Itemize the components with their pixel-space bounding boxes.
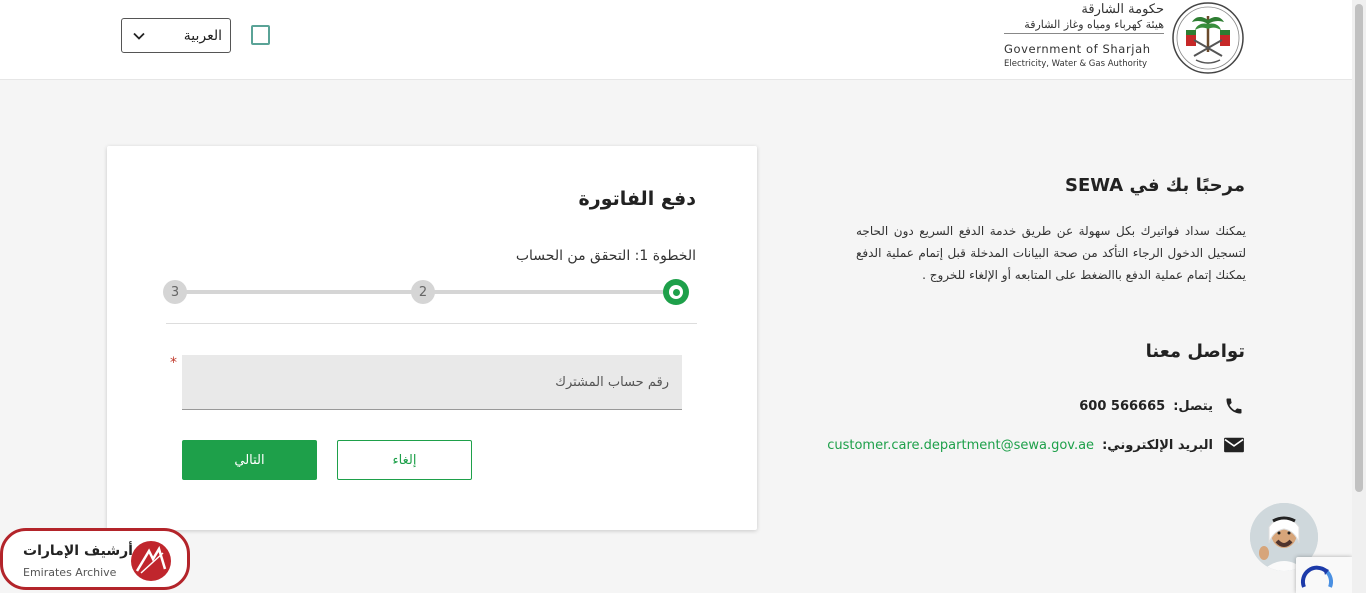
site-header: العربية حكومة الشارقة هيئة كهرباء ومياه … bbox=[0, 0, 1352, 80]
email-link[interactable]: customer.care.department@sewa.gov.ae bbox=[827, 438, 1094, 453]
contact-email: البريد الإلكتروني: customer.care.departm… bbox=[827, 434, 1245, 456]
phone-number[interactable]: 600 566665 bbox=[1079, 399, 1165, 414]
archive-logo-icon bbox=[131, 541, 171, 581]
emirates-archive-badge: أرشيف الإمارات Emirates Archive bbox=[0, 528, 190, 590]
active-step-indicator bbox=[669, 285, 683, 299]
step-1-active bbox=[663, 279, 689, 305]
recaptcha-badge[interactable] bbox=[1296, 557, 1352, 593]
contact-title: تواصل معنا bbox=[1145, 341, 1245, 362]
welcome-text: يمكنك سداد فواتيرك بكل سهولة عن طريق خدم… bbox=[856, 224, 1246, 282]
sharjah-emblem-icon bbox=[1172, 2, 1244, 74]
bill-payment-card: دفع الفاتورة الخطوة 1: التحقق من الحساب … bbox=[107, 146, 757, 530]
language-select-value: العربية bbox=[183, 27, 222, 44]
account-number-placeholder: رقم حساب المشترك bbox=[555, 374, 669, 390]
logo-english-government: Government of Sharjah bbox=[1004, 42, 1151, 56]
contact-phone: يتصل: 600 566665 bbox=[1079, 395, 1245, 417]
language-select[interactable]: العربية bbox=[121, 18, 231, 53]
accessibility-checkbox[interactable] bbox=[251, 25, 270, 45]
envelope-icon bbox=[1223, 434, 1245, 456]
next-button[interactable]: التالي bbox=[182, 440, 317, 480]
cancel-button[interactable]: إلغاء bbox=[337, 440, 472, 480]
sewa-logo[interactable]: حكومة الشارقة هيئة كهرباء ومياه وغاز الش… bbox=[1004, 0, 1250, 78]
logo-arabic-authority: هيئة كهرباء ومياه وغاز الشارقة bbox=[1004, 18, 1164, 34]
welcome-title: مرحبًا بك في SEWA bbox=[1065, 175, 1245, 196]
phone-label: يتصل: bbox=[1173, 398, 1213, 414]
step-2: 2 bbox=[411, 280, 435, 304]
step-2-label: 2 bbox=[418, 284, 428, 300]
account-number-input[interactable]: رقم حساب المشترك bbox=[182, 355, 682, 410]
scrollbar-thumb[interactable] bbox=[1355, 4, 1363, 492]
card-title: دفع الفاتورة bbox=[578, 188, 696, 210]
progress-stepper: 3 2 bbox=[163, 279, 689, 305]
chevron-down-icon bbox=[132, 29, 146, 43]
recaptcha-icon bbox=[1300, 565, 1334, 588]
required-asterisk: * bbox=[170, 355, 177, 371]
email-label: البريد الإلكتروني: bbox=[1102, 437, 1213, 453]
card-divider bbox=[166, 323, 697, 324]
page-scrollbar[interactable] bbox=[1352, 0, 1366, 593]
logo-arabic-government: حكومة الشارقة bbox=[1081, 2, 1164, 17]
step-title: الخطوة 1: التحقق من الحساب bbox=[515, 248, 696, 264]
step-3: 3 bbox=[163, 280, 187, 304]
logo-text: حكومة الشارقة هيئة كهرباء ومياه وغاز الش… bbox=[1004, 2, 1164, 70]
step-3-label: 3 bbox=[170, 284, 180, 300]
archive-arabic-label: أرشيف الإمارات bbox=[23, 543, 133, 559]
archive-english-label: Emirates Archive bbox=[23, 566, 117, 579]
phone-icon bbox=[1223, 395, 1245, 417]
logo-english-authority: Electricity, Water & Gas Authority bbox=[1004, 59, 1148, 69]
